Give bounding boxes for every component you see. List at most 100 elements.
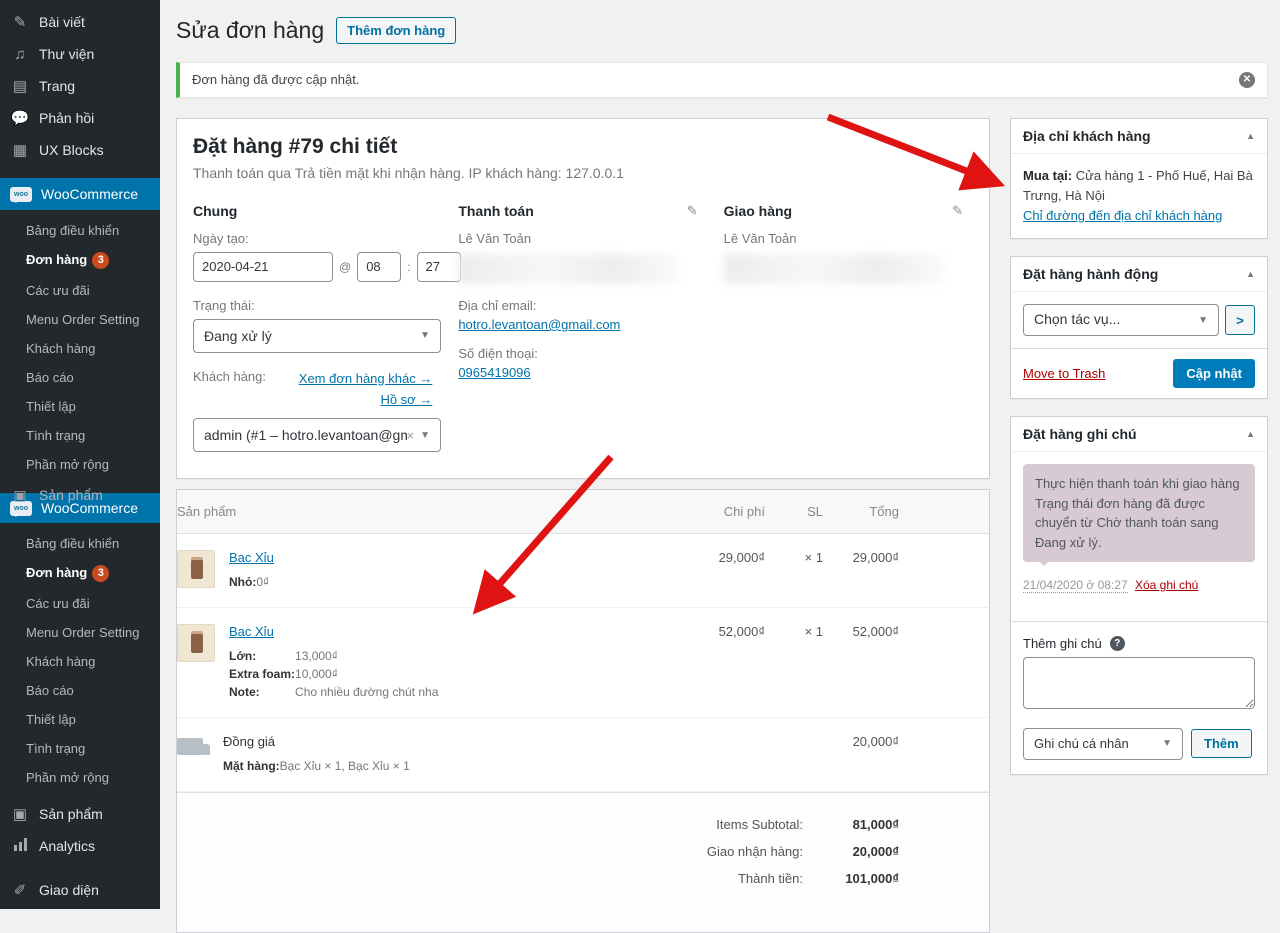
column-header-total: Tổng — [823, 490, 899, 533]
sidebar-item-label: Phản hồi — [39, 110, 94, 126]
update-notice: Đơn hàng đã được cập nhật. ✕ — [176, 62, 1268, 98]
totals-value: 101,000₫ — [803, 871, 899, 886]
totals-label: Items Subtotal: — [716, 817, 803, 832]
item-qty: × 1 — [765, 534, 823, 581]
sidebar-item-ux-blocks[interactable]: ▦ UX Blocks — [0, 134, 160, 166]
notice-message: Đơn hàng đã được cập nhật. — [192, 72, 359, 87]
submenu-item-deals[interactable]: Các ưu đãi — [0, 589, 160, 618]
submenu-item-reports[interactable]: Báo cáo — [0, 676, 160, 705]
sidebar-item-products[interactable]: ▣ Sản phẩm — [0, 798, 160, 830]
move-to-trash-link[interactable]: Move to Trash — [1023, 366, 1105, 381]
totals-value: 20,000₫ — [803, 844, 899, 859]
order-totals: Items Subtotal: 81,000₫ Giao nhận hàng: … — [177, 792, 989, 932]
product-thumbnail — [177, 624, 215, 662]
table-row: Bạc Xỉu Lớn: 13,000₫ Extra foam: 10,000₫… — [177, 608, 989, 718]
box-icon: ▣ — [10, 807, 30, 822]
order-status-select[interactable]: Đang xử lý ▼ — [193, 319, 441, 353]
remove-customer-icon[interactable]: × — [407, 428, 415, 443]
order-hour-input[interactable] — [357, 252, 401, 282]
submenu-item-settings[interactable]: Thiết lập — [0, 392, 160, 421]
sidebar-item-analytics[interactable]: Analytics — [0, 830, 160, 862]
billing-email-link[interactable]: hotro.levantoan@gmail.com — [458, 317, 620, 332]
dismiss-notice-icon[interactable]: ✕ — [1239, 72, 1255, 88]
edit-shipping-icon[interactable]: ✎ — [952, 203, 963, 219]
submenu-item-dashboard[interactable]: Bảng điều khiển — [0, 216, 160, 245]
sidebar-item-posts[interactable]: ✎ Bài viết — [0, 6, 160, 38]
shipping-row: Đồng giá Mặt hàng: Bạc Xỉu × 1, Bạc Xỉu … — [177, 718, 989, 792]
view-other-orders-link[interactable]: Xem đơn hàng khác → — [299, 371, 433, 386]
item-cost: 29,000₫ — [685, 534, 765, 581]
meta-label: Extra foam: — [229, 665, 295, 683]
chevron-down-icon: ▼ — [420, 430, 430, 441]
order-billing-column: Thanh toán ✎ Lê Văn Toản Địa chỉ email: … — [458, 203, 723, 453]
collapse-panel-icon[interactable]: ▲ — [1246, 269, 1255, 279]
date-created-label: Ngày tạo: — [193, 231, 432, 246]
submenu-item-dashboard[interactable]: Bảng điều khiển — [0, 529, 160, 558]
apply-action-button[interactable]: > — [1225, 305, 1255, 335]
meta-label: Note: — [229, 683, 295, 701]
submenu-item-customers[interactable]: Khách hàng — [0, 647, 160, 676]
note-textarea[interactable] — [1023, 657, 1255, 709]
add-order-button[interactable]: Thêm đơn hàng — [336, 17, 456, 44]
submenu-item-reports[interactable]: Báo cáo — [0, 363, 160, 392]
submenu-item-settings[interactable]: Thiết lập — [0, 705, 160, 734]
sidebar-item-woocommerce[interactable]: woo WooCommerce — [0, 178, 160, 210]
customer-select[interactable]: admin (#1 – hotro.levantoan@gmail... × ▼ — [193, 418, 441, 452]
order-minute-input[interactable] — [417, 252, 461, 282]
at-separator: @ — [339, 260, 351, 274]
collapse-panel-icon[interactable]: ▲ — [1246, 131, 1255, 141]
sidebar-item-label: Trang — [39, 78, 75, 94]
help-icon[interactable]: ? — [1110, 636, 1125, 651]
box-icon: ▣ — [10, 487, 30, 504]
delete-note-link[interactable]: Xóa ghi chú — [1135, 578, 1198, 592]
product-link[interactable]: Bạc Xỉu — [229, 550, 274, 565]
submenu-item-status[interactable]: Tình trạng — [0, 421, 160, 450]
phone-label: Số điện thoại: — [458, 346, 697, 361]
customer-label: Khách hàng: — [193, 369, 266, 384]
order-action-select[interactable]: Chọn tác vụ... ▼ — [1023, 304, 1219, 336]
billing-phone-link[interactable]: 0965419096 — [458, 365, 530, 380]
add-note-label: Thêm ghi chú — [1023, 636, 1102, 651]
woocommerce-submenu: Bảng điều khiển Đơn hàng3 Các ưu đãi Men… — [0, 210, 160, 479]
note-type-select[interactable]: Ghi chú cá nhân ▼ — [1023, 728, 1183, 760]
customer-address-panel: Địa chỉ khách hàng ▲ Mua tại: Cửa hàng 1… — [1010, 118, 1268, 239]
sidebar-item-media[interactable]: ♫ Thư viện — [0, 38, 160, 70]
column-header-product: Sản phẩm — [177, 490, 685, 533]
submenu-item-customers[interactable]: Khách hàng — [0, 334, 160, 363]
submenu-item-orders[interactable]: Đơn hàng3 — [0, 558, 160, 589]
submenu-item-extensions[interactable]: Phần mở rộng — [0, 763, 160, 792]
add-note-button[interactable]: Thêm — [1191, 729, 1252, 758]
meta-value: Bạc Xỉu × 1, Bạc Xỉu × 1 — [280, 757, 410, 775]
order-date-input[interactable] — [193, 252, 333, 282]
submenu-item-orders[interactable]: Đơn hàng3 — [0, 245, 160, 276]
order-items-panel: Sản phẩm Chi phí SL Tổng Bạc Xỉu — [176, 489, 990, 933]
directions-link[interactable]: Chỉ đường đến địa chỉ khách hàng — [1023, 208, 1222, 223]
items-table-header: Sản phẩm Chi phí SL Tổng — [177, 490, 989, 534]
submenu-item-status[interactable]: Tình trạng — [0, 734, 160, 763]
product-link[interactable]: Bạc Xỉu — [229, 624, 274, 639]
sidebar-item-label: Bài viết — [39, 14, 85, 30]
submenu-item-menu-order[interactable]: Menu Order Setting — [0, 305, 160, 334]
sidebar-item-products-overlap[interactable]: ▣ Sản phẩm — [0, 483, 160, 508]
note-timestamp[interactable]: 21/04/2020 ở 08:27 — [1023, 578, 1128, 593]
meta-value: 13,000₫ — [295, 647, 438, 665]
totals-label: Thành tiền: — [738, 871, 803, 886]
item-qty: × 1 — [765, 608, 823, 655]
submenu-item-menu-order[interactable]: Menu Order Setting — [0, 618, 160, 647]
customer-profile-link[interactable]: Hồ sơ → — [380, 392, 432, 407]
sidebar-item-pages[interactable]: ▤ Trang — [0, 70, 160, 102]
collapse-panel-icon[interactable]: ▲ — [1246, 429, 1255, 439]
table-row: Bạc Xỉu Nhỏ: 0₫ 29,000₫ × 1 29,000₫ — [177, 534, 989, 608]
panel-title: Đặt hàng ghi chú — [1023, 426, 1137, 442]
add-note-section: Thêm ghi chú ? Ghi chú cá nhân ▼ Thêm — [1011, 621, 1267, 774]
billing-address-redacted — [458, 254, 678, 284]
sidebar-item-appearance[interactable]: ✐ Giao diện — [0, 874, 160, 906]
time-separator: : — [407, 260, 410, 274]
admin-sidebar: ✎ Bài viết ♫ Thư viện ▤ Trang 💬 Phản hồi… — [0, 0, 160, 909]
edit-billing-icon[interactable]: ✎ — [687, 203, 698, 219]
submenu-item-deals[interactable]: Các ưu đãi — [0, 276, 160, 305]
meta-value: Cho nhiều đường chút nha — [295, 683, 438, 701]
update-order-button[interactable]: Cập nhật — [1173, 359, 1255, 388]
sidebar-item-comments[interactable]: 💬 Phản hồi — [0, 102, 160, 134]
submenu-item-extensions[interactable]: Phần mở rộng — [0, 450, 160, 479]
